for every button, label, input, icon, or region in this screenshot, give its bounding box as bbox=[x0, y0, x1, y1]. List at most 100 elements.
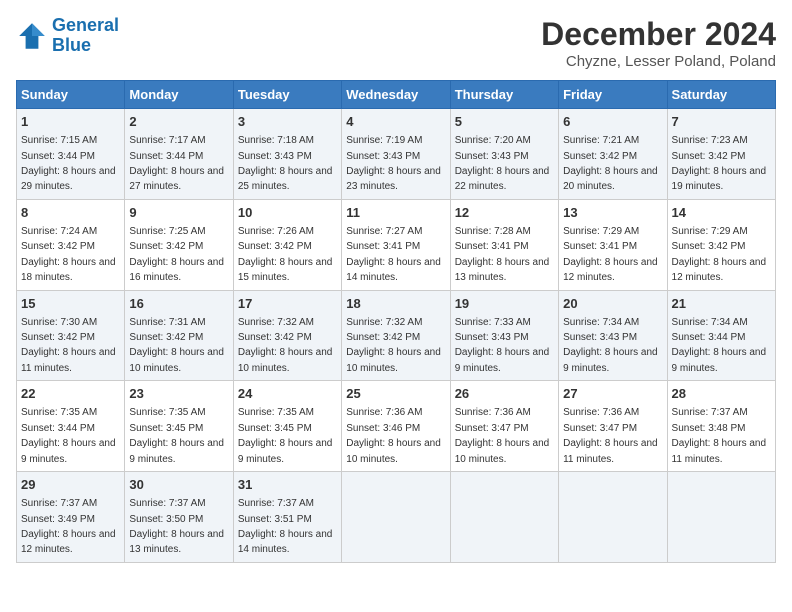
day-info: Sunrise: 7:35 AMSunset: 3:44 PMDaylight:… bbox=[21, 407, 116, 464]
day-info: Sunrise: 7:36 AMSunset: 3:46 PMDaylight:… bbox=[346, 407, 441, 464]
calendar-cell: 9 Sunrise: 7:25 AMSunset: 3:42 PMDayligh… bbox=[125, 199, 233, 290]
logo-line2: Blue bbox=[52, 35, 91, 55]
calendar-cell: 19 Sunrise: 7:33 AMSunset: 3:43 PMDaylig… bbox=[450, 290, 558, 381]
day-number: 9 bbox=[129, 204, 228, 222]
calendar-cell: 29 Sunrise: 7:37 AMSunset: 3:49 PMDaylig… bbox=[17, 472, 125, 563]
column-header-sunday: Sunday bbox=[17, 81, 125, 109]
day-info: Sunrise: 7:37 AMSunset: 3:50 PMDaylight:… bbox=[129, 498, 224, 555]
day-number: 15 bbox=[21, 295, 120, 313]
logo-line1: General bbox=[52, 15, 119, 35]
day-info: Sunrise: 7:34 AMSunset: 3:44 PMDaylight:… bbox=[672, 317, 767, 374]
subtitle: Chyzne, Lesser Poland, Poland bbox=[541, 53, 776, 70]
calendar-cell: 4 Sunrise: 7:19 AMSunset: 3:43 PMDayligh… bbox=[342, 109, 450, 200]
day-number: 22 bbox=[21, 385, 120, 403]
calendar-cell: 10 Sunrise: 7:26 AMSunset: 3:42 PMDaylig… bbox=[233, 199, 341, 290]
day-info: Sunrise: 7:23 AMSunset: 3:42 PMDaylight:… bbox=[672, 135, 767, 192]
day-info: Sunrise: 7:30 AMSunset: 3:42 PMDaylight:… bbox=[21, 317, 116, 374]
title-block: December 2024 Chyzne, Lesser Poland, Pol… bbox=[541, 16, 776, 70]
calendar-cell: 22 Sunrise: 7:35 AMSunset: 3:44 PMDaylig… bbox=[17, 381, 125, 472]
day-number: 23 bbox=[129, 385, 228, 403]
calendar-cell: 6 Sunrise: 7:21 AMSunset: 3:42 PMDayligh… bbox=[559, 109, 667, 200]
page-header: General Blue December 2024 Chyzne, Lesse… bbox=[16, 16, 776, 70]
column-header-saturday: Saturday bbox=[667, 81, 775, 109]
calendar-cell: 31 Sunrise: 7:37 AMSunset: 3:51 PMDaylig… bbox=[233, 472, 341, 563]
day-number: 10 bbox=[238, 204, 337, 222]
calendar-cell: 30 Sunrise: 7:37 AMSunset: 3:50 PMDaylig… bbox=[125, 472, 233, 563]
calendar-cell: 7 Sunrise: 7:23 AMSunset: 3:42 PMDayligh… bbox=[667, 109, 775, 200]
day-number: 17 bbox=[238, 295, 337, 313]
calendar-cell: 13 Sunrise: 7:29 AMSunset: 3:41 PMDaylig… bbox=[559, 199, 667, 290]
calendar-cell bbox=[667, 472, 775, 563]
day-info: Sunrise: 7:29 AMSunset: 3:42 PMDaylight:… bbox=[672, 226, 767, 283]
calendar-cell: 23 Sunrise: 7:35 AMSunset: 3:45 PMDaylig… bbox=[125, 381, 233, 472]
day-info: Sunrise: 7:17 AMSunset: 3:44 PMDaylight:… bbox=[129, 135, 224, 192]
day-number: 21 bbox=[672, 295, 771, 313]
day-number: 25 bbox=[346, 385, 445, 403]
day-info: Sunrise: 7:26 AMSunset: 3:42 PMDaylight:… bbox=[238, 226, 333, 283]
day-number: 2 bbox=[129, 113, 228, 131]
calendar-cell bbox=[450, 472, 558, 563]
column-header-tuesday: Tuesday bbox=[233, 81, 341, 109]
day-info: Sunrise: 7:34 AMSunset: 3:43 PMDaylight:… bbox=[563, 317, 658, 374]
column-header-thursday: Thursday bbox=[450, 81, 558, 109]
day-number: 3 bbox=[238, 113, 337, 131]
logo-text: General Blue bbox=[52, 16, 119, 56]
column-header-monday: Monday bbox=[125, 81, 233, 109]
day-number: 20 bbox=[563, 295, 662, 313]
day-info: Sunrise: 7:24 AMSunset: 3:42 PMDaylight:… bbox=[21, 226, 116, 283]
calendar-cell: 27 Sunrise: 7:36 AMSunset: 3:47 PMDaylig… bbox=[559, 381, 667, 472]
day-number: 8 bbox=[21, 204, 120, 222]
day-number: 7 bbox=[672, 113, 771, 131]
day-number: 26 bbox=[455, 385, 554, 403]
day-info: Sunrise: 7:35 AMSunset: 3:45 PMDaylight:… bbox=[238, 407, 333, 464]
calendar-cell bbox=[342, 472, 450, 563]
calendar-cell: 1 Sunrise: 7:15 AMSunset: 3:44 PMDayligh… bbox=[17, 109, 125, 200]
day-number: 12 bbox=[455, 204, 554, 222]
day-info: Sunrise: 7:37 AMSunset: 3:51 PMDaylight:… bbox=[238, 498, 333, 555]
day-info: Sunrise: 7:33 AMSunset: 3:43 PMDaylight:… bbox=[455, 317, 550, 374]
calendar-cell: 18 Sunrise: 7:32 AMSunset: 3:42 PMDaylig… bbox=[342, 290, 450, 381]
calendar-cell: 8 Sunrise: 7:24 AMSunset: 3:42 PMDayligh… bbox=[17, 199, 125, 290]
day-info: Sunrise: 7:19 AMSunset: 3:43 PMDaylight:… bbox=[346, 135, 441, 192]
day-info: Sunrise: 7:31 AMSunset: 3:42 PMDaylight:… bbox=[129, 317, 224, 374]
day-info: Sunrise: 7:21 AMSunset: 3:42 PMDaylight:… bbox=[563, 135, 658, 192]
calendar-cell: 12 Sunrise: 7:28 AMSunset: 3:41 PMDaylig… bbox=[450, 199, 558, 290]
calendar-cell: 17 Sunrise: 7:32 AMSunset: 3:42 PMDaylig… bbox=[233, 290, 341, 381]
week-row-1: 1 Sunrise: 7:15 AMSunset: 3:44 PMDayligh… bbox=[17, 109, 776, 200]
day-info: Sunrise: 7:37 AMSunset: 3:49 PMDaylight:… bbox=[21, 498, 116, 555]
day-number: 16 bbox=[129, 295, 228, 313]
day-number: 19 bbox=[455, 295, 554, 313]
main-title: December 2024 bbox=[541, 16, 776, 53]
day-number: 14 bbox=[672, 204, 771, 222]
calendar-cell: 11 Sunrise: 7:27 AMSunset: 3:41 PMDaylig… bbox=[342, 199, 450, 290]
day-number: 30 bbox=[129, 476, 228, 494]
day-number: 1 bbox=[21, 113, 120, 131]
day-number: 4 bbox=[346, 113, 445, 131]
calendar-cell: 14 Sunrise: 7:29 AMSunset: 3:42 PMDaylig… bbox=[667, 199, 775, 290]
calendar-cell: 15 Sunrise: 7:30 AMSunset: 3:42 PMDaylig… bbox=[17, 290, 125, 381]
column-header-wednesday: Wednesday bbox=[342, 81, 450, 109]
day-info: Sunrise: 7:32 AMSunset: 3:42 PMDaylight:… bbox=[238, 317, 333, 374]
day-number: 28 bbox=[672, 385, 771, 403]
week-row-4: 22 Sunrise: 7:35 AMSunset: 3:44 PMDaylig… bbox=[17, 381, 776, 472]
day-number: 18 bbox=[346, 295, 445, 313]
day-number: 31 bbox=[238, 476, 337, 494]
day-info: Sunrise: 7:28 AMSunset: 3:41 PMDaylight:… bbox=[455, 226, 550, 283]
day-info: Sunrise: 7:37 AMSunset: 3:48 PMDaylight:… bbox=[672, 407, 767, 464]
calendar-cell: 20 Sunrise: 7:34 AMSunset: 3:43 PMDaylig… bbox=[559, 290, 667, 381]
day-info: Sunrise: 7:29 AMSunset: 3:41 PMDaylight:… bbox=[563, 226, 658, 283]
logo-icon bbox=[16, 20, 48, 52]
day-info: Sunrise: 7:18 AMSunset: 3:43 PMDaylight:… bbox=[238, 135, 333, 192]
day-number: 29 bbox=[21, 476, 120, 494]
logo: General Blue bbox=[16, 16, 119, 56]
calendar-cell: 16 Sunrise: 7:31 AMSunset: 3:42 PMDaylig… bbox=[125, 290, 233, 381]
day-number: 5 bbox=[455, 113, 554, 131]
day-number: 13 bbox=[563, 204, 662, 222]
calendar-cell: 5 Sunrise: 7:20 AMSunset: 3:43 PMDayligh… bbox=[450, 109, 558, 200]
day-number: 11 bbox=[346, 204, 445, 222]
day-number: 24 bbox=[238, 385, 337, 403]
calendar-cell: 21 Sunrise: 7:34 AMSunset: 3:44 PMDaylig… bbox=[667, 290, 775, 381]
calendar-header-row: SundayMondayTuesdayWednesdayThursdayFrid… bbox=[17, 81, 776, 109]
day-info: Sunrise: 7:25 AMSunset: 3:42 PMDaylight:… bbox=[129, 226, 224, 283]
day-info: Sunrise: 7:36 AMSunset: 3:47 PMDaylight:… bbox=[563, 407, 658, 464]
